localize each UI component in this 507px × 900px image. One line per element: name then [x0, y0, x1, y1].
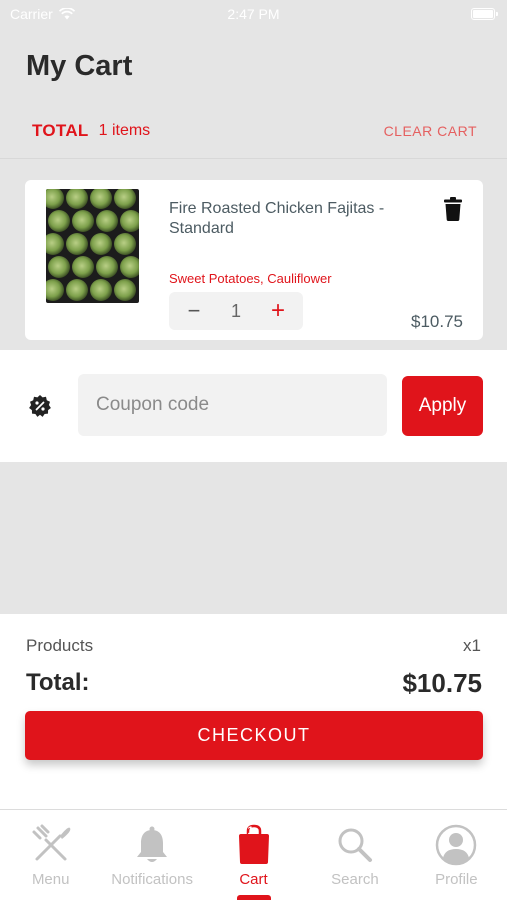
- trash-icon[interactable]: [444, 197, 462, 221]
- quantity-value: 1: [230, 300, 241, 321]
- tab-bar: Menu Notifications 1 Cart Search Profile: [0, 809, 507, 900]
- food-bowl: [114, 233, 136, 255]
- tab-label: Search: [331, 871, 379, 888]
- products-quantity: x1: [463, 636, 481, 655]
- profile-icon: [436, 824, 477, 866]
- tab-label: Profile: [435, 871, 478, 888]
- tab-profile[interactable]: Profile: [406, 810, 507, 900]
- checkout-button[interactable]: CHECKOUT: [25, 711, 483, 760]
- order-total-label: Total:: [26, 669, 90, 696]
- food-bowl: [72, 256, 94, 278]
- status-time: 2:47 PM: [227, 6, 280, 22]
- tab-label: Menu: [31, 871, 70, 888]
- coupon-section: Apply: [0, 350, 507, 462]
- tab-search[interactable]: Search: [304, 810, 405, 900]
- divider: [0, 158, 507, 159]
- food-bowl: [120, 256, 139, 278]
- food-bowl: [114, 189, 136, 209]
- food-bowl: [46, 233, 64, 255]
- food-bowl: [48, 256, 70, 278]
- food-bowl: [46, 189, 64, 209]
- cart-item-card: Fire Roasted Chicken Fajitas - Standard …: [25, 180, 483, 340]
- food-bowl: [46, 279, 64, 301]
- food-bowl: [96, 210, 118, 232]
- clear-cart-button[interactable]: CLEAR CART: [384, 123, 477, 139]
- tab-notifications[interactable]: Notifications: [101, 810, 202, 900]
- food-bowl: [90, 233, 112, 255]
- food-bowl: [120, 210, 139, 232]
- coupon-code-input[interactable]: [78, 374, 387, 436]
- quantity-stepper: − 1 +: [169, 292, 303, 330]
- food-bowl: [90, 189, 112, 209]
- food-bowl: [114, 279, 136, 301]
- search-icon: [338, 828, 372, 862]
- discount-badge-icon: [29, 395, 51, 417]
- tab-menu[interactable]: Menu: [0, 810, 101, 900]
- food-bowl: [96, 256, 118, 278]
- cart-summary-row: TOTAL 1 items CLEAR CART: [32, 120, 477, 142]
- food-bowl: [66, 233, 88, 255]
- product-image: [46, 189, 139, 303]
- bell-icon: [137, 826, 168, 862]
- checkout-panel: Products x1 Total: $10.75 CHECKOUT: [0, 614, 507, 809]
- active-tab-indicator: [237, 895, 271, 900]
- food-bowl: [90, 279, 112, 301]
- food-bowl: [66, 189, 88, 209]
- increase-quantity-button[interactable]: +: [253, 292, 303, 330]
- items-count: 1 items: [98, 122, 151, 139]
- cart-badge: 1: [247, 825, 254, 837]
- utensils-icon: [32, 824, 71, 861]
- status-bar: Carrier 2:47 PM: [0, 0, 507, 30]
- tab-label: Notifications: [111, 871, 193, 888]
- products-label: Products: [26, 636, 94, 655]
- tab-label: Cart: [239, 871, 268, 888]
- product-name: Fire Roasted Chicken Fajitas - Standard: [169, 200, 385, 237]
- product-options: Sweet Potatoes, Cauliflower: [169, 271, 332, 286]
- item-price: $10.75: [411, 312, 463, 331]
- apply-coupon-button[interactable]: Apply: [402, 376, 483, 436]
- decrease-quantity-button[interactable]: −: [169, 292, 219, 330]
- food-bowl: [48, 210, 70, 232]
- order-total-value: $10.75: [402, 668, 482, 698]
- battery-icon: [471, 8, 498, 20]
- food-bowl: [72, 210, 94, 232]
- total-label: TOTAL: [32, 121, 89, 140]
- food-bowl: [66, 279, 88, 301]
- page-title: My Cart: [26, 50, 133, 82]
- tab-cart[interactable]: 1 Cart: [203, 810, 304, 900]
